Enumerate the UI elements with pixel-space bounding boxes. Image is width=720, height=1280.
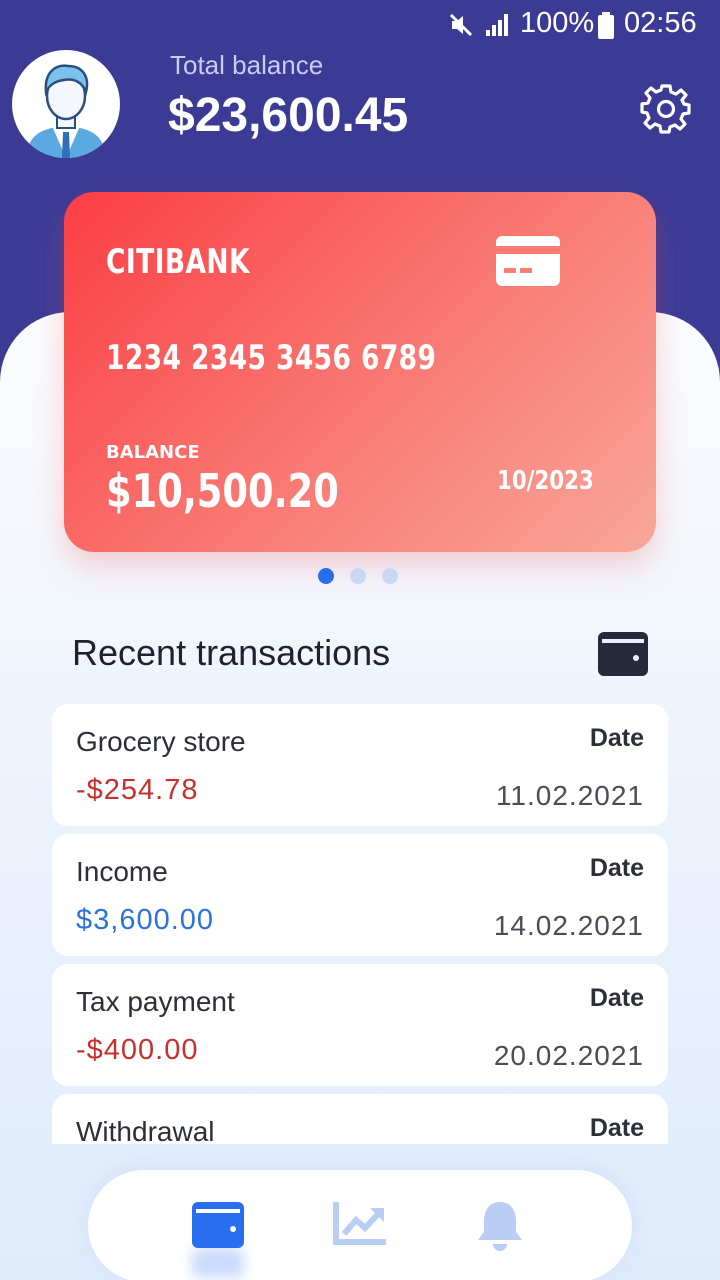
transaction-item[interactable]: Withdrawal Date	[52, 1094, 668, 1144]
wallet-icon[interactable]	[598, 632, 648, 676]
card-bank-name: CITIBANK	[106, 242, 250, 282]
user-avatar-icon	[26, 64, 106, 158]
bell-icon[interactable]	[476, 1200, 524, 1252]
transaction-name: Withdrawal	[76, 1116, 215, 1144]
gear-icon[interactable]	[640, 82, 692, 134]
transaction-date-label: Date	[589, 724, 644, 752]
transaction-amount: -$400.00	[76, 1034, 199, 1066]
card-expiry: 10/2023	[497, 466, 594, 496]
transaction-date-label: Date	[589, 854, 644, 882]
credit-card-icon	[496, 236, 560, 286]
total-balance-value: $23,600.45	[168, 89, 409, 142]
transaction-date-label: Date	[589, 1114, 644, 1142]
transaction-name: Grocery store	[76, 726, 246, 757]
section-title: Recent transactions	[72, 632, 391, 673]
active-indicator	[192, 1248, 244, 1278]
transaction-amount: $3,600.00	[76, 904, 215, 936]
transaction-date: 20.02.2021	[493, 1040, 644, 1071]
card-number: 1234 2345 3456 6789	[106, 338, 437, 378]
pagination-dot-3[interactable]	[382, 568, 398, 584]
transactions-list[interactable]: Grocery store -$254.78 Date 11.02.2021 I…	[52, 704, 668, 1144]
clock: 02:56	[624, 7, 697, 39]
bottom-nav	[88, 1170, 632, 1280]
transaction-date: 14.02.2021	[493, 910, 644, 941]
status-bar: 100% 02:56	[0, 0, 720, 50]
transaction-name: Income	[76, 856, 168, 887]
total-balance-label: Total balance	[170, 50, 324, 80]
transaction-amount: -$254.78	[76, 774, 199, 806]
chart-icon[interactable]	[332, 1200, 388, 1246]
mute-icon	[449, 13, 473, 37]
transaction-date: 11.02.2021	[495, 780, 644, 811]
transaction-item[interactable]: Grocery store -$254.78 Date 11.02.2021	[52, 704, 668, 826]
pagination-dot-2[interactable]	[350, 568, 366, 584]
card-balance-value: $10,500.20	[106, 464, 339, 518]
transaction-item[interactable]: Income $3,600.00 Date 14.02.2021	[52, 834, 668, 956]
pagination-dot-1[interactable]	[318, 568, 334, 584]
wallet-icon[interactable]	[192, 1200, 244, 1248]
signal-icon	[486, 14, 508, 36]
battery-icon	[598, 12, 614, 39]
transaction-name: Tax payment	[76, 986, 235, 1017]
transaction-item[interactable]: Tax payment -$400.00 Date 20.02.2021	[52, 964, 668, 1086]
card-balance-label: BALANCE	[106, 442, 200, 463]
avatar[interactable]	[12, 50, 120, 158]
bank-card[interactable]: CITIBANK 1234 2345 3456 6789 BALANCE $10…	[64, 192, 656, 552]
card-pagination	[318, 568, 398, 584]
transaction-date-label: Date	[589, 984, 644, 1012]
battery-percent: 100%	[520, 7, 595, 39]
